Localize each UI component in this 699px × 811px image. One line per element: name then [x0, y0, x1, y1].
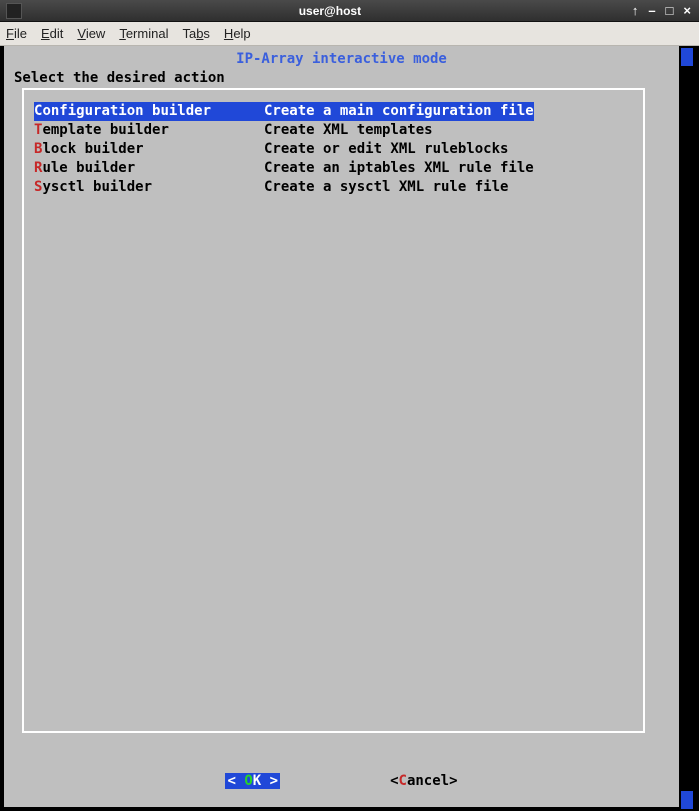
window-title: user@host	[28, 4, 632, 18]
menu-tabs[interactable]: Tabs	[182, 26, 209, 41]
menu-item-label: Template builder	[34, 121, 264, 140]
menu-terminal[interactable]: Terminal	[119, 26, 168, 41]
menu-list-box: Configuration builderCreate a main confi…	[22, 88, 645, 733]
menu-item-description: Create XML templates	[264, 121, 433, 140]
menu-item-label: Block builder	[34, 140, 264, 159]
window-minimize-button[interactable]: –	[648, 3, 655, 18]
menu-help[interactable]: Help	[224, 26, 251, 41]
menu-item-description: Create a sysctl XML rule file	[264, 178, 508, 197]
dialog-title: IP-Array interactive mode	[4, 46, 679, 68]
menu-file[interactable]: File	[6, 26, 27, 41]
ok-button[interactable]: < OK >	[225, 773, 280, 789]
cancel-button[interactable]: <Cancel>	[390, 773, 457, 789]
menu-item-label: Sysctl builder	[34, 178, 264, 197]
scrollbar-thumb-bottom[interactable]	[681, 791, 693, 809]
terminal-viewport: IP-Array interactive mode Select the des…	[0, 46, 699, 811]
window-buttons: ↑ – □ ×	[632, 3, 699, 18]
terminal-content: IP-Array interactive mode Select the des…	[4, 46, 679, 807]
menu-item-description: Create a main configuration file	[264, 102, 534, 121]
menu-item[interactable]: Template builderCreate XML templates	[34, 121, 633, 140]
menubar: File Edit View Terminal Tabs Help	[0, 22, 699, 46]
menu-item-label: Configuration builder	[34, 102, 264, 121]
window-up-button[interactable]: ↑	[632, 3, 639, 18]
terminal-scrollbar[interactable]	[681, 46, 693, 811]
menu-view[interactable]: View	[77, 26, 105, 41]
menu-item[interactable]: Configuration builderCreate a main confi…	[34, 102, 633, 121]
menu-item-label: Rule builder	[34, 159, 264, 178]
button-row: < OK > <Cancel>	[4, 773, 679, 789]
window-titlebar: user@host ↑ – □ ×	[0, 0, 699, 22]
menu-item-description: Create an iptables XML rule file	[264, 159, 534, 178]
terminal-app-icon	[6, 3, 22, 19]
menu-edit[interactable]: Edit	[41, 26, 63, 41]
scrollbar-thumb-top[interactable]	[681, 48, 693, 66]
menu-item[interactable]: Block builderCreate or edit XML rulebloc…	[34, 140, 633, 159]
menu-item[interactable]: Sysctl builderCreate a sysctl XML rule f…	[34, 178, 633, 197]
window-close-button[interactable]: ×	[683, 3, 691, 18]
menu-item[interactable]: Rule builderCreate an iptables XML rule …	[34, 159, 633, 178]
dialog-prompt: Select the desired action	[4, 68, 679, 88]
menu-item-description: Create or edit XML ruleblocks	[264, 140, 508, 159]
window-maximize-button[interactable]: □	[666, 3, 674, 18]
